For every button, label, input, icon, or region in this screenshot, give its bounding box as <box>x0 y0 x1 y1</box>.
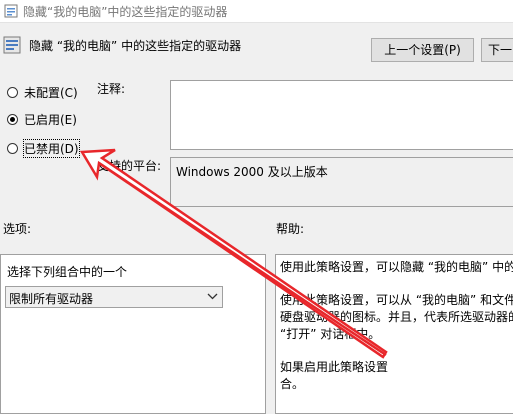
help-text-line: 硬盘驱动器的图标。并且，代表所选驱动器的 <box>280 310 513 324</box>
select-value: 限制所有驱动器 <box>9 292 94 306</box>
help-text-line: 使用此策略设置，可以隐藏 “我的电脑” 中的 <box>280 260 513 274</box>
radio-label: 已禁用(D) <box>23 139 80 158</box>
policy-title: 隐藏 “我的电脑” 中的这些指定的驱动器 <box>29 39 242 53</box>
radio-label: 未配置(C) <box>24 86 78 100</box>
options-panel-title: 选择下列组合中的一个 <box>7 265 128 279</box>
window-title: 隐藏“我的电脑”中的这些指定的驱动器 <box>23 5 228 19</box>
radio-not-configured[interactable]: 未配置(C) <box>7 84 78 101</box>
help-text-line: 使用此策略设置，可以从 “我的电脑” 和文件 <box>280 293 513 307</box>
help-text-line: 如果启用此策略设置 <box>280 360 389 374</box>
help-text-line: “打开” 对话框中。 <box>280 327 381 341</box>
radio-label: 已启用(E) <box>24 113 77 127</box>
help-label: 帮助: <box>276 222 305 236</box>
policy-icon <box>3 36 21 54</box>
supported-platform-label: 支持的平台: <box>97 159 162 173</box>
help-panel: 使用此策略设置，可以隐藏 “我的电脑” 中的 使用此策略设置，可以从 “我的电脑… <box>275 254 513 414</box>
options-label: 选项: <box>3 222 32 236</box>
previous-setting-button[interactable]: 上一个设置(P) <box>371 38 474 62</box>
radio-circle[interactable] <box>7 143 18 154</box>
chevron-down-icon <box>207 293 218 300</box>
radio-disabled[interactable]: 已禁用(D) <box>7 139 80 158</box>
next-setting-button[interactable]: 下一 <box>481 38 513 62</box>
radio-circle[interactable] <box>7 87 18 98</box>
title-bar: 隐藏“我的电脑”中的这些指定的驱动器 <box>0 0 513 23</box>
drive-combination-select[interactable]: 限制所有驱动器 <box>5 286 223 308</box>
supported-platform-box: Windows 2000 及以上版本 <box>170 157 513 207</box>
policy-settings-icon <box>4 4 18 18</box>
radio-circle-checked[interactable] <box>7 114 18 125</box>
comment-label: 注释: <box>97 82 126 96</box>
radio-enabled[interactable]: 已启用(E) <box>7 111 77 128</box>
help-text-line: 合。 <box>280 377 305 391</box>
comment-textarea[interactable] <box>170 80 513 150</box>
options-panel: 选择下列组合中的一个 <box>0 254 266 414</box>
